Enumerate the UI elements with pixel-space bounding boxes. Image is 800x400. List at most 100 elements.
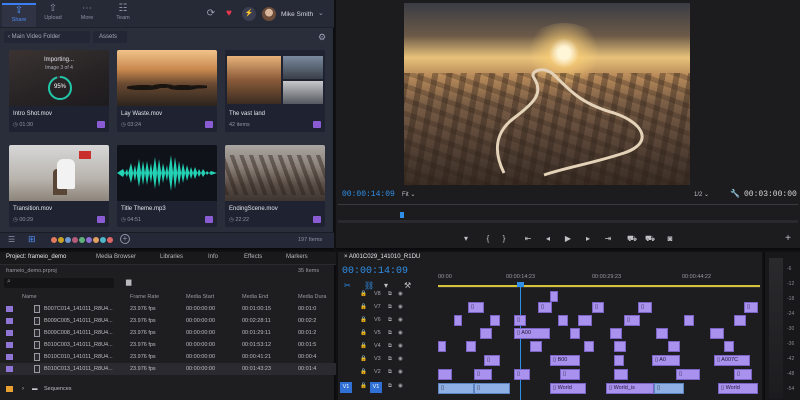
- clip[interactable]: [550, 291, 558, 302]
- eye-icon[interactable]: ◉: [398, 291, 403, 297]
- clip[interactable]: ▯: [484, 355, 500, 366]
- breadcrumb-sub[interactable]: Assets: [93, 31, 127, 43]
- clip[interactable]: ▯: [744, 302, 758, 313]
- clip[interactable]: ▯ World: [550, 383, 586, 394]
- clip[interactable]: [724, 341, 734, 352]
- clip[interactable]: ▯: [514, 369, 530, 380]
- lock-icon[interactable]: 🔒: [360, 317, 367, 323]
- mark-in-icon[interactable]: {: [482, 233, 494, 245]
- sync-icon[interactable]: ⧉: [388, 369, 392, 376]
- marker-icon[interactable]: ▾: [460, 233, 472, 245]
- eye-icon[interactable]: ◉: [398, 330, 403, 336]
- table-row[interactable]: B010C013_141011_R8U4... 23.976 fps 00:00:0…: [0, 363, 336, 375]
- play-icon[interactable]: ▶: [562, 233, 574, 245]
- list-view-icon[interactable]: ☰: [8, 235, 15, 244]
- clip[interactable]: ▯ A0: [652, 355, 680, 366]
- add-button-icon[interactable]: +: [782, 233, 794, 245]
- column-media-duration[interactable]: Media Dura: [298, 291, 326, 303]
- step-forward-icon[interactable]: ▸: [582, 233, 594, 245]
- source-patch[interactable]: V1: [340, 382, 352, 393]
- clip[interactable]: ▯: [624, 315, 640, 326]
- search-input[interactable]: ⌕: [4, 278, 114, 288]
- clip[interactable]: [570, 328, 580, 339]
- mini-timeline[interactable]: [338, 204, 798, 205]
- lock-icon[interactable]: 🔒: [360, 343, 367, 349]
- clip[interactable]: [480, 328, 492, 339]
- clip[interactable]: [558, 315, 568, 326]
- folder-card[interactable]: The vast land 42 items: [225, 50, 325, 132]
- upload-button[interactable]: ⇧ Upload: [36, 3, 70, 27]
- clip[interactable]: ▯: [734, 369, 752, 380]
- column-media-end[interactable]: Media End: [242, 291, 268, 303]
- breadcrumb[interactable]: ‹ Main Video Folder: [4, 31, 90, 43]
- share-button[interactable]: ⇪ Share: [2, 3, 36, 27]
- mark-out-icon[interactable]: }: [498, 233, 510, 245]
- clip[interactable]: ▯: [474, 383, 510, 394]
- asset-card[interactable]: EndingScene.mov ◷ 22:22: [225, 145, 325, 227]
- work-area-bar[interactable]: [438, 285, 760, 287]
- clip[interactable]: ▯: [560, 369, 580, 380]
- clip[interactable]: ▯: [438, 383, 474, 394]
- clip[interactable]: [454, 315, 462, 326]
- clip[interactable]: [610, 328, 622, 339]
- more-button[interactable]: ⋯ More: [70, 3, 104, 27]
- clip[interactable]: [614, 369, 628, 380]
- sync-icon[interactable]: ⧉: [388, 383, 392, 390]
- settings-icon[interactable]: ⚒: [404, 281, 411, 290]
- table-row[interactable]: B010C010_141011_R8U4... 23.976 fps 00:00:0…: [0, 351, 336, 363]
- playhead-line[interactable]: [520, 284, 521, 400]
- heart-icon[interactable]: ♥: [222, 7, 236, 21]
- marker-icon[interactable]: ▾: [384, 281, 388, 290]
- clip[interactable]: [614, 341, 626, 352]
- add-user-button[interactable]: +: [120, 234, 130, 244]
- video-frame[interactable]: [404, 3, 690, 185]
- step-back-icon[interactable]: ◂: [542, 233, 554, 245]
- zoom-select[interactable]: Fit ⌄: [402, 191, 415, 198]
- zoom-scrollbar[interactable]: [338, 220, 798, 223]
- snap-icon[interactable]: ✂: [344, 281, 351, 290]
- playhead-handle[interactable]: [517, 282, 524, 287]
- lift-icon[interactable]: ⛟: [626, 233, 638, 245]
- column-name[interactable]: Name: [22, 291, 37, 303]
- clip[interactable]: ▯: [514, 315, 526, 326]
- avatar[interactable]: [106, 236, 114, 244]
- clip[interactable]: [438, 369, 452, 380]
- table-row[interactable]: B010C003_141011_R8U4... 23.976 fps 00:00:0…: [0, 339, 336, 351]
- clip[interactable]: [684, 315, 694, 326]
- eye-icon[interactable]: ◉: [398, 356, 403, 362]
- wrench-icon[interactable]: 🔧: [730, 189, 740, 198]
- sync-icon[interactable]: ⧉: [388, 291, 392, 298]
- clip[interactable]: [734, 315, 746, 326]
- clip[interactable]: ▯: [654, 383, 684, 394]
- clip[interactable]: ▯ World: [718, 383, 758, 394]
- playhead-timecode[interactable]: 00:00:14:09: [342, 190, 395, 199]
- sync-icon[interactable]: ⧉: [388, 343, 392, 350]
- tab-libraries[interactable]: Libraries: [160, 254, 183, 260]
- lock-icon[interactable]: 🔒: [360, 369, 367, 375]
- lock-icon[interactable]: 🔒: [360, 291, 367, 297]
- avatar[interactable]: [262, 7, 276, 21]
- asset-card[interactable]: Title Theme.mp3 ◷ 04:51: [117, 145, 217, 227]
- table-row[interactable]: B009C008_141011_R8U4... 23.976 fps 00:00:0…: [0, 327, 336, 339]
- eye-icon[interactable]: ◉: [398, 317, 403, 323]
- folder-row[interactable]: › ▬ Sequences: [0, 383, 336, 395]
- grid-view-icon[interactable]: ⊞: [28, 234, 36, 245]
- clip[interactable]: ▯: [468, 302, 484, 313]
- clip[interactable]: ▯ World_is: [606, 383, 654, 394]
- clip[interactable]: ▯: [676, 369, 700, 380]
- table-row[interactable]: B009C005_141011_R8U4... 23.976 fps 00:00:0…: [0, 315, 336, 327]
- new-bin-icon[interactable]: ▆: [126, 278, 131, 286]
- lock-icon[interactable]: 🔒: [360, 330, 367, 336]
- clip[interactable]: [656, 328, 668, 339]
- asset-card[interactable]: Importing... Image 3 of 4 95% Intro Shot…: [9, 50, 109, 132]
- clip[interactable]: ▯: [538, 302, 552, 313]
- clip[interactable]: ▯: [592, 302, 604, 313]
- table-row[interactable]: B007C014_141011_R8U4... 23.976 fps 00:00:0…: [0, 303, 336, 315]
- sequence-tab[interactable]: × A001C029_141010_R1DU: [344, 254, 420, 260]
- tab-media-browser[interactable]: Media Browser: [96, 254, 136, 260]
- time-ruler[interactable]: 00:00 00:00:14:23 00:00:29:23 00:00:44:2…: [438, 270, 760, 288]
- extract-icon[interactable]: ⛟: [644, 233, 656, 245]
- track-label[interactable]: V1: [370, 382, 382, 393]
- clip[interactable]: [490, 315, 500, 326]
- go-to-out-icon[interactable]: ⇥: [602, 233, 614, 245]
